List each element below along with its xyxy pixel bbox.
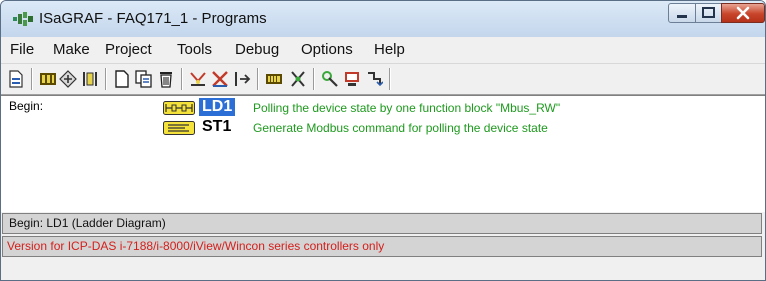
programs-list[interactable]: Begin: LD1 Polling the device state by o… — [1, 95, 765, 212]
new-program-icon[interactable] — [7, 70, 25, 88]
close-icon — [736, 6, 750, 20]
menu-debug[interactable]: Debug — [235, 41, 279, 58]
toolbar-separator — [105, 68, 107, 90]
menu-file[interactable]: File — [10, 41, 34, 58]
debug-icon[interactable] — [289, 70, 307, 88]
program-description-ld1: Polling the device state by one function… — [253, 101, 561, 115]
minimize-button[interactable] — [668, 3, 696, 23]
menu-make[interactable]: Make — [53, 41, 90, 58]
maximize-icon — [702, 7, 715, 18]
main-window: ISaGRAF - FAQ171_1 - Programs File Make … — [0, 0, 766, 281]
maximize-button[interactable] — [695, 3, 722, 23]
io-connection-icon[interactable] — [81, 70, 99, 88]
controller-icon[interactable] — [265, 70, 283, 88]
structured-text-icon — [163, 121, 195, 135]
menu-options[interactable]: Options — [301, 41, 353, 58]
toolbar — [1, 64, 765, 95]
compile-icon[interactable] — [189, 70, 207, 88]
menu-project[interactable]: Project — [105, 41, 152, 58]
toolbar-separator — [257, 68, 259, 90]
conversion-tables-icon[interactable] — [59, 70, 77, 88]
program-name-st1: ST1 — [202, 118, 232, 135]
library-icon[interactable] — [321, 70, 339, 88]
archive-icon[interactable] — [343, 70, 361, 88]
menu-bar: File Make Project Tools Debug Options He… — [1, 37, 765, 64]
section-label-begin: Begin: — [9, 99, 44, 113]
toolbar-separator — [181, 68, 183, 90]
new-icon[interactable] — [113, 70, 131, 88]
status-bar-version: Version for ICP-DAS i-7188/i-8000/iView/… — [2, 236, 762, 257]
status-bar-selection: Begin: LD1 (Ladder Diagram) — [2, 213, 762, 234]
verify-icon[interactable] — [211, 70, 229, 88]
program-item-st1[interactable]: ST1 Generate Modbus command for polling … — [163, 118, 723, 137]
program-description-st1: Generate Modbus command for polling the … — [253, 121, 548, 135]
minimize-icon — [677, 15, 687, 18]
window-title: ISaGRAF - FAQ171_1 - Programs — [39, 10, 267, 27]
simulate-icon[interactable] — [233, 70, 251, 88]
menu-help[interactable]: Help — [374, 41, 405, 58]
menu-tools[interactable]: Tools — [177, 41, 212, 58]
isagraf-app-icon — [13, 12, 33, 26]
delete-icon[interactable] — [157, 70, 175, 88]
ladder-diagram-icon — [163, 101, 195, 115]
toolbar-separator — [31, 68, 33, 90]
toolbar-separator — [389, 68, 391, 90]
link-icon[interactable] — [365, 70, 383, 88]
window-bottom — [1, 259, 765, 280]
program-item-ld1[interactable]: LD1 Polling the device state by one func… — [163, 98, 723, 117]
dictionary-icon[interactable] — [39, 70, 57, 88]
program-name-ld1: LD1 — [199, 98, 236, 116]
copy-icon[interactable] — [135, 70, 153, 88]
toolbar-separator — [313, 68, 315, 90]
title-bar[interactable]: ISaGRAF - FAQ171_1 - Programs — [1, 1, 765, 37]
close-button[interactable] — [721, 3, 765, 23]
